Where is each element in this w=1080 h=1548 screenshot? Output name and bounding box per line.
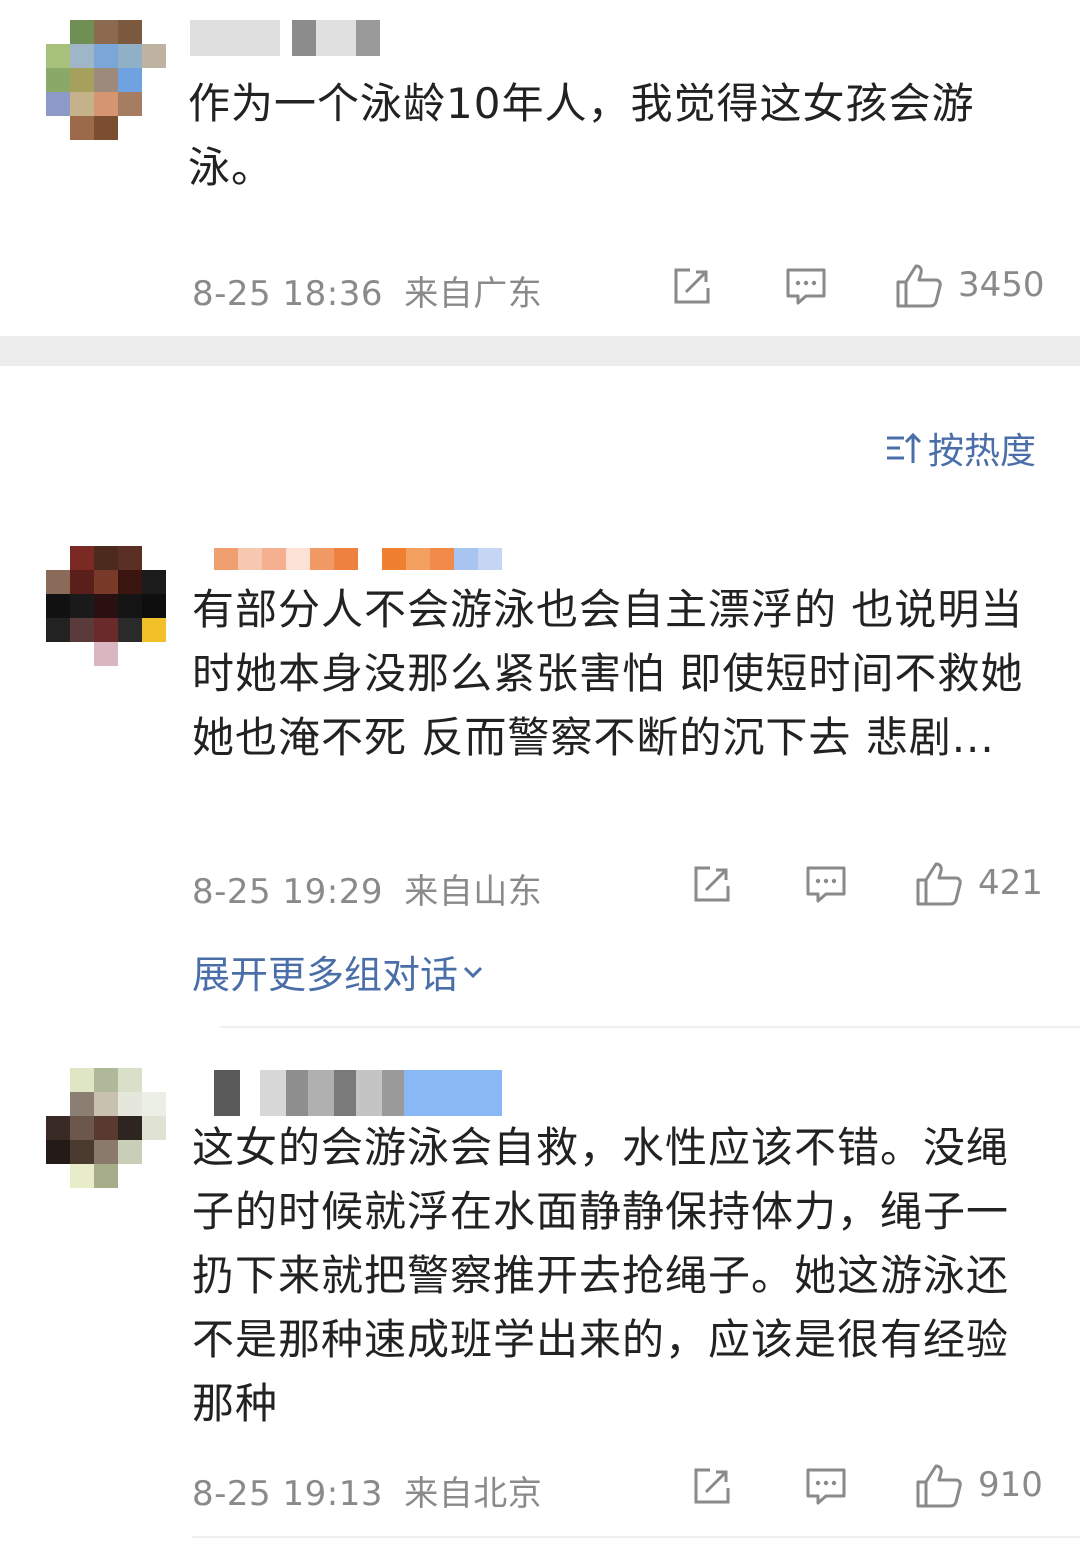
expand-conversation-link[interactable]: 展开更多组对话 xyxy=(192,944,486,999)
section-divider xyxy=(0,336,1080,366)
share-icon xyxy=(694,1468,730,1504)
username-redacted[interactable] xyxy=(214,548,502,570)
share-button[interactable] xyxy=(670,264,714,308)
comment-time: 8-25 19:29 xyxy=(192,872,383,912)
comment-icon xyxy=(806,1468,846,1505)
share-button[interactable] xyxy=(690,1464,734,1508)
reply-button[interactable] xyxy=(804,862,848,906)
comment-icon xyxy=(806,866,846,903)
comment-location: 来自广东 xyxy=(404,274,543,314)
like-count: 910 xyxy=(978,1465,1043,1505)
share-button[interactable] xyxy=(690,862,734,906)
avatar[interactable] xyxy=(46,1068,166,1188)
share-icon xyxy=(674,268,710,304)
comment-text: 这女的会游泳会自救，水性应该不错。没绳子的时候就浮在水面静静保持体力，绳子一扔下… xyxy=(192,1123,1010,1428)
avatar[interactable] xyxy=(46,20,166,140)
comment-location: 来自山东 xyxy=(404,872,543,912)
thumbs-up-icon xyxy=(916,1464,962,1508)
reply-button[interactable] xyxy=(784,264,828,308)
comment-text: 作为一个泳龄10年人，我觉得这女孩会游泳。 xyxy=(188,79,975,192)
chevron-down-icon xyxy=(463,966,483,978)
username-redacted[interactable] xyxy=(214,1070,502,1116)
sort-label: 按热度 xyxy=(928,431,1037,472)
comment-meta: 8-25 19:13 来自北京 xyxy=(192,1466,542,1515)
comment-icon xyxy=(786,268,826,305)
comment-separator xyxy=(192,1536,1080,1538)
like-button[interactable]: 421 xyxy=(914,858,1043,908)
comment-separator xyxy=(220,1026,1080,1028)
comment-time: 8-25 18:36 xyxy=(192,274,383,314)
like-button[interactable]: 910 xyxy=(914,1460,1043,1510)
expand-label: 展开更多组对话 xyxy=(192,953,459,997)
comment-meta: 8-25 19:29 来自山东 xyxy=(192,864,542,913)
comment-text: 有部分人不会游泳也会自主漂浮的 也说明当时她本身没那么紧张害怕 即使短时间不救她… xyxy=(192,585,1024,762)
share-icon xyxy=(694,866,730,902)
avatar[interactable] xyxy=(46,546,166,666)
like-button[interactable]: 3450 xyxy=(894,260,1045,310)
comment-time: 8-25 19:13 xyxy=(192,1474,383,1514)
comment-meta: 8-25 18:36 来自广东 xyxy=(192,266,542,315)
comment-location: 来自北京 xyxy=(404,1474,543,1514)
sort-by-hot-button[interactable]: 按热度 xyxy=(884,422,1036,474)
reply-button[interactable] xyxy=(804,1464,848,1508)
like-count: 3450 xyxy=(958,265,1045,305)
thumbs-up-icon xyxy=(896,264,942,308)
sort-icon xyxy=(887,432,922,463)
like-count: 421 xyxy=(978,863,1043,903)
username-redacted[interactable] xyxy=(190,20,380,56)
thumbs-up-icon xyxy=(916,862,962,906)
